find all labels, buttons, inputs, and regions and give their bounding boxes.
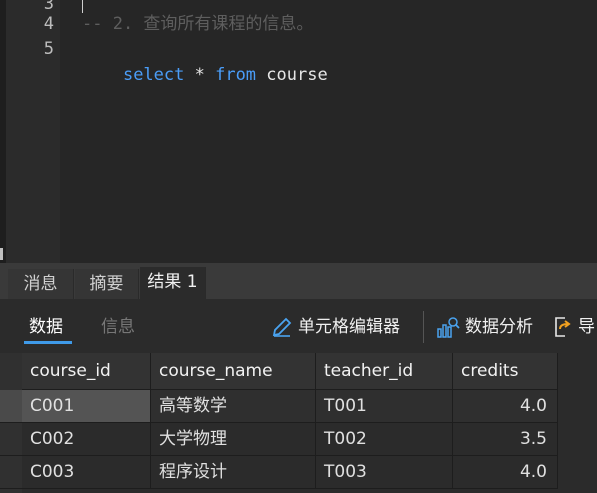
table-cell[interactable]: T002 (316, 423, 453, 456)
line-number-gutter: 3 4 5 (6, 0, 60, 263)
result-toolbar: 数据 信息 单元格编辑器 数据分析 导 (0, 299, 597, 353)
table-cell[interactable]: 程序设计 (151, 456, 316, 489)
row-marker[interactable] (0, 423, 22, 456)
line-number: 5 (43, 39, 54, 59)
table-cell[interactable]: 高等数学 (151, 390, 316, 423)
sql-editor[interactable]: 3 4 5 -- 2. 查询所有课程的信息。 select * from cou… (0, 0, 597, 263)
table-cell[interactable]: 3.5 (453, 423, 558, 456)
pencil-icon[interactable] (270, 315, 294, 339)
column-header-course-id[interactable]: course_id (22, 353, 151, 390)
table-cell[interactable]: 4.0 (453, 456, 558, 489)
cell-editor-button[interactable]: 单元格编辑器 (298, 315, 400, 339)
table-cell[interactable]: 大学物理 (151, 423, 316, 456)
export-icon[interactable] (551, 315, 575, 339)
data-analysis-button[interactable]: 数据分析 (465, 315, 533, 339)
table-cell[interactable]: C002 (22, 423, 151, 456)
tab-messages[interactable]: 消息 (8, 269, 74, 299)
result-grid: course_id course_name teacher_id credits… (0, 353, 597, 493)
tab-summary[interactable]: 摘要 (75, 269, 139, 299)
panel-edge-marker (0, 248, 3, 260)
data-analysis-icon[interactable] (436, 315, 460, 339)
sql-keyword: from (215, 65, 257, 85)
export-button[interactable]: 导 (578, 315, 595, 339)
table-cell[interactable]: C003 (22, 456, 151, 489)
column-header-credits[interactable]: credits (453, 353, 558, 390)
code-line-comment[interactable]: -- 2. 查询所有课程的信息。 (82, 11, 313, 37)
table-cell[interactable]: T001 (316, 390, 453, 423)
row-marker[interactable] (0, 390, 22, 423)
row-marker[interactable] (0, 456, 22, 489)
table-cell[interactable]: T003 (316, 456, 453, 489)
subtab-info[interactable]: 信息 (101, 315, 135, 339)
column-header-course-name[interactable]: course_name (151, 353, 316, 390)
result-tabs: 消息 摘要 结果 1 (0, 263, 597, 299)
sql-keyword: select (122, 65, 185, 85)
column-header-teacher-id[interactable]: teacher_id (316, 353, 453, 390)
code-text: course (256, 65, 328, 85)
toolbar-divider (423, 311, 424, 343)
line-number: 4 (43, 14, 54, 34)
table-cell[interactable]: C001 (22, 390, 151, 423)
code-text: * (184, 65, 216, 85)
code-line-query[interactable]: select * from course (82, 36, 328, 85)
subtab-data[interactable]: 数据 (29, 315, 63, 339)
tab-result-1[interactable]: 结果 1 (140, 267, 206, 299)
table-cell[interactable]: 4.0 (453, 390, 558, 423)
active-subtab-indicator (24, 341, 72, 344)
